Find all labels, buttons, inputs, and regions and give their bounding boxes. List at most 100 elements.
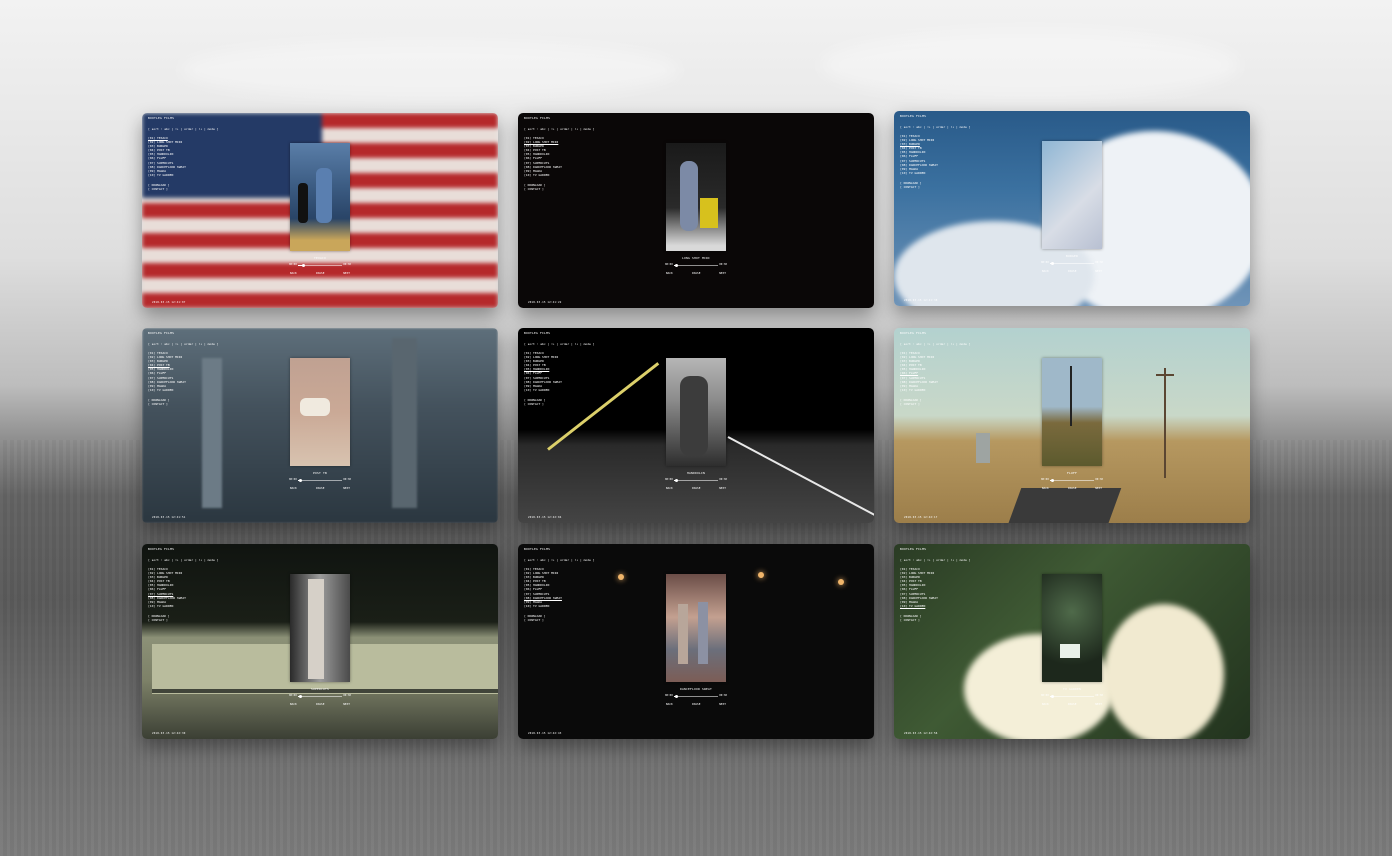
video-frame[interactable] (1042, 358, 1102, 466)
sort-controls[interactable]: [ sort : abc | ↑↓ | order | ↑↓ | mode ] (524, 342, 594, 346)
video-frame[interactable] (666, 143, 726, 251)
track-item[interactable]: [10] TV GARDEN (148, 604, 186, 608)
contact-link[interactable]: [ CONTACT ] (148, 402, 170, 406)
pause-button[interactable]: PAUSE (1068, 486, 1076, 490)
screenshot-card[interactable]: BOOTLEG FILMS [ sort : abc | ↑↓ | order … (518, 544, 874, 739)
progress-bar[interactable]: 00:00 00:30 (1041, 261, 1103, 266)
screenshot-card[interactable]: BOOTLEG FILMS [ sort : abc | ↑↓ | order … (518, 113, 874, 308)
contact-link[interactable]: [ CONTACT ] (524, 187, 546, 191)
progress-bar[interactable]: 00:00 00:30 (289, 694, 351, 699)
track-item[interactable]: [10] TV GARDEN (524, 604, 562, 608)
back-button[interactable]: BACK (666, 486, 673, 490)
track-item[interactable]: [10] TV GARDEN (900, 171, 938, 175)
site-title[interactable]: BOOTLEG FILMS (148, 331, 174, 335)
track-item[interactable]: [10] TV GARDEN (148, 173, 186, 177)
back-button[interactable]: BACK (290, 702, 297, 706)
next-button[interactable]: NEXT (343, 702, 350, 706)
contact-link[interactable]: [ CONTACT ] (524, 618, 546, 622)
progress-track[interactable] (1050, 261, 1094, 265)
next-button[interactable]: NEXT (719, 486, 726, 490)
progress-knob[interactable] (674, 694, 678, 698)
pause-button[interactable]: PAUSE (1068, 269, 1076, 273)
contact-link[interactable]: [ CONTACT ] (900, 402, 922, 406)
progress-knob[interactable] (301, 263, 305, 267)
pause-button[interactable]: PAUSE (316, 702, 324, 706)
site-title[interactable]: BOOTLEG FILMS (900, 331, 926, 335)
next-button[interactable]: NEXT (1095, 486, 1102, 490)
progress-knob[interactable] (1050, 694, 1054, 698)
video-frame[interactable] (290, 574, 350, 682)
site-title[interactable]: BOOTLEG FILMS (900, 114, 926, 118)
pause-button[interactable]: PAUSE (692, 702, 700, 706)
site-title[interactable]: BOOTLEG FILMS (900, 547, 926, 551)
sort-controls[interactable]: [ sort : abc | ↑↓ | order | ↑↓ | mode ] (148, 558, 218, 562)
sort-controls[interactable]: [ sort : abc | ↑↓ | order | ↑↓ | mode ] (148, 127, 218, 131)
screenshot-card[interactable]: BOOTLEG FILMS [ sort : abc | ↑↓ | order … (894, 328, 1250, 523)
next-button[interactable]: NEXT (719, 702, 726, 706)
pause-button[interactable]: PAUSE (1068, 702, 1076, 706)
video-frame[interactable] (290, 358, 350, 466)
site-title[interactable]: BOOTLEG FILMS (524, 547, 550, 551)
back-button[interactable]: BACK (290, 486, 297, 490)
progress-knob[interactable] (674, 263, 678, 267)
progress-track[interactable] (1050, 694, 1094, 698)
video-frame[interactable] (1042, 574, 1102, 682)
next-button[interactable]: NEXT (719, 271, 726, 275)
back-button[interactable]: BACK (666, 271, 673, 275)
next-button[interactable]: NEXT (1095, 269, 1102, 273)
site-title[interactable]: BOOTLEG FILMS (148, 547, 174, 551)
progress-track[interactable] (298, 263, 342, 267)
site-title[interactable]: BOOTLEG FILMS (148, 116, 174, 120)
track-item[interactable]: [10] TV GARDEN (900, 604, 938, 608)
pause-button[interactable]: PAUSE (316, 271, 324, 275)
track-item[interactable]: [10] TV GARDEN (148, 388, 186, 392)
progress-track[interactable] (674, 694, 718, 698)
progress-knob[interactable] (298, 694, 302, 698)
progress-bar[interactable]: 00:00 00:30 (665, 694, 727, 699)
pause-button[interactable]: PAUSE (316, 486, 324, 490)
screenshot-card[interactable]: BOOTLEG FILMS [ sort : abc | ↑↓ | order … (142, 113, 498, 308)
next-button[interactable]: NEXT (343, 271, 350, 275)
track-item[interactable]: [10] TV GARDEN (524, 173, 562, 177)
progress-knob[interactable] (1050, 261, 1054, 265)
screenshot-card[interactable]: BOOTLEG FILMS [ sort : abc | ↑↓ | order … (518, 328, 874, 523)
progress-bar[interactable]: 00:00 00:30 (665, 263, 727, 268)
progress-bar[interactable]: 00:00 00:30 (1041, 478, 1103, 483)
pause-button[interactable]: PAUSE (692, 486, 700, 490)
screenshot-card[interactable]: BOOTLEG FILMS [ sort : abc | ↑↓ | order … (894, 111, 1250, 306)
progress-track[interactable] (298, 694, 342, 698)
sort-controls[interactable]: [ sort : abc | ↑↓ | order | ↑↓ | mode ] (900, 342, 970, 346)
back-button[interactable]: BACK (1042, 269, 1049, 273)
next-button[interactable]: NEXT (1095, 702, 1102, 706)
contact-link[interactable]: [ CONTACT ] (900, 618, 922, 622)
video-frame[interactable] (666, 358, 726, 466)
progress-knob[interactable] (1050, 478, 1054, 482)
contact-link[interactable]: [ CONTACT ] (900, 185, 922, 189)
progress-bar[interactable]: 00:00 00:30 (1041, 694, 1103, 699)
progress-track[interactable] (674, 478, 718, 482)
video-frame[interactable] (1042, 141, 1102, 249)
video-frame[interactable] (666, 574, 726, 682)
progress-bar[interactable]: 00:00 00:30 (289, 263, 351, 268)
sort-controls[interactable]: [ sort : abc | ↑↓ | order | ↑↓ | mode ] (524, 127, 594, 131)
video-frame[interactable] (290, 143, 350, 251)
sort-controls[interactable]: [ sort : abc | ↑↓ | order | ↑↓ | mode ] (524, 558, 594, 562)
progress-knob[interactable] (674, 478, 678, 482)
progress-track[interactable] (298, 478, 342, 482)
progress-track[interactable] (674, 263, 718, 267)
pause-button[interactable]: PAUSE (692, 271, 700, 275)
progress-knob[interactable] (298, 478, 302, 482)
progress-bar[interactable]: 00:00 00:30 (289, 478, 351, 483)
sort-controls[interactable]: [ sort : abc | ↑↓ | order | ↑↓ | mode ] (148, 342, 218, 346)
screenshot-card[interactable]: BOOTLEG FILMS [ sort : abc | ↑↓ | order … (894, 544, 1250, 739)
next-button[interactable]: NEXT (343, 486, 350, 490)
back-button[interactable]: BACK (1042, 486, 1049, 490)
site-title[interactable]: BOOTLEG FILMS (524, 331, 550, 335)
track-item[interactable]: [10] TV GARDEN (524, 388, 562, 392)
screenshot-card[interactable]: BOOTLEG FILMS [ sort : abc | ↑↓ | order … (142, 544, 498, 739)
contact-link[interactable]: [ CONTACT ] (148, 618, 170, 622)
back-button[interactable]: BACK (1042, 702, 1049, 706)
contact-link[interactable]: [ CONTACT ] (148, 187, 170, 191)
sort-controls[interactable]: [ sort : abc | ↑↓ | order | ↑↓ | mode ] (900, 125, 970, 129)
back-button[interactable]: BACK (666, 702, 673, 706)
